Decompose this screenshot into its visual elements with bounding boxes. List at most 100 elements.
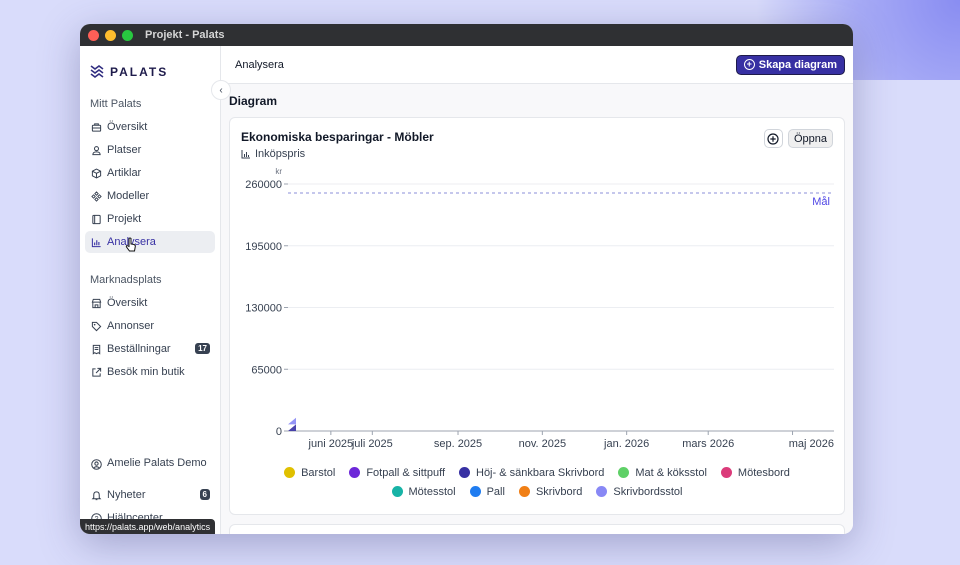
y-tick-label: 260000 [245,179,282,191]
series-area [288,417,296,425]
logo-text: PALATS [110,65,169,79]
sidebar-item-översikt[interactable]: Översikt [85,292,215,314]
legend-swatch [391,486,403,497]
x-tick-label: juni 2025 [308,438,354,450]
tag-icon [90,320,102,332]
legend-swatch [596,486,608,497]
bar-chart-icon [90,236,102,248]
sidebar-item-artiklar[interactable]: Artiklar [85,162,215,184]
legend-label: Skrivbord [535,485,583,498]
legend-label: Pall [486,485,505,498]
sidebar-item-label: Projekt [107,213,142,225]
legend-label: Barstol [301,466,336,479]
sidebar-item-label: Annonser [107,320,155,332]
legend-swatch [469,486,481,497]
sidebar-item-label: Nyheter [107,489,146,501]
next-chart-card [229,524,845,534]
legend-swatch [518,486,530,497]
x-tick-label: nov. 2025 [519,438,567,450]
y-tick-label: 130000 [245,303,282,315]
sidebar-item-besök-min-butik[interactable]: Besök min butik [85,361,215,383]
chevron-left-icon: ‹ [219,84,223,96]
legend-item[interactable]: Fotpall & sittpuff [349,466,445,479]
title-bar: Projekt - Palats [80,24,853,46]
legend-label: Mat & köksstol [635,466,707,479]
page-header: Analysera + Skapa diagram [221,46,853,84]
legend-label: Mötesbord [737,466,790,479]
x-tick-label: juli 2025 [351,438,393,450]
sidebar: PALATS Mitt Palats Översikt Platser Artikl… [80,46,221,534]
legend-item[interactable]: Mötesstol [391,485,456,498]
legend-label: Fotpall & sittpuff [366,466,445,479]
legend-label: Skrivbordsstol [613,485,683,498]
nav-mitt-palats: Översikt Platser Artiklar Modeller Projekt An… [80,116,220,253]
news-count-badge: 6 [199,489,210,500]
sidebar-item-label: Översikt [107,297,148,309]
sidebar-item-analysera[interactable]: Analysera [85,231,215,253]
legend-item[interactable]: Höj- & sänkbara Skrivbord [459,466,604,479]
sidebar-item-label: Beställningar [107,343,171,355]
legend-label: Höj- & sänkbara Skrivbord [476,466,605,479]
hand-cursor-icon [125,237,136,252]
window-title: Projekt - Palats [145,29,225,41]
components-icon [90,190,102,202]
legend-item[interactable]: Skrivbord [518,485,583,498]
legend-item[interactable]: Barstol [284,466,335,479]
app-window: Projekt - Palats PALATS Mitt Palats Över… [80,24,853,534]
sidebar-item-platser[interactable]: Platser [85,139,215,161]
x-tick-label: mars 2026 [682,438,734,450]
y-tick-label: 0 [276,426,282,438]
palats-logo-icon [90,65,104,78]
user-profile[interactable]: Amelie Palats Demo [85,453,215,483]
receipt-icon [90,343,102,355]
sidebar-item-label: Besök min butik [107,366,185,378]
store-icon [90,297,102,309]
minimize-window-button[interactable] [105,29,116,41]
plus-circle-icon: + [743,59,755,70]
y-tick-label: 65000 [251,364,282,376]
sidebar-item-label: Artiklar [107,167,142,179]
legend-swatch [349,467,361,478]
sidebar-item-översikt[interactable]: Översikt [85,116,215,138]
close-window-button[interactable] [88,29,99,41]
legend-swatch [459,467,470,478]
main-content: Analysera + Skapa diagram Diagram Ekonom… [221,46,853,534]
count-badge: 17 [195,343,210,354]
person-pin-icon [90,144,102,156]
create-chart-label: Skapa diagram [758,58,837,71]
external-link-icon [90,366,102,378]
bell-icon [90,489,102,501]
x-tick-label: sep. 2025 [434,438,482,450]
create-chart-button[interactable]: + Skapa diagram [735,54,845,75]
sidebar-item-label: Modeller [107,190,150,202]
status-bar-url: https://palats.app/web/analytics [80,519,216,534]
page-title: Diagram [229,94,278,108]
series-area [288,424,296,431]
chart-card: Ekonomiska besparingar - Möbler Inköpspr… [229,117,845,515]
collapse-sidebar-button[interactable]: ‹ [211,80,231,100]
sidebar-item-modeller[interactable]: Modeller [85,185,215,207]
legend-swatch [284,467,296,478]
legend-swatch [720,467,732,478]
legend-item[interactable]: Skrivbordsstol [596,485,682,498]
sidebar-item-nyheter[interactable]: Nyheter 6 [85,484,215,506]
legend-item[interactable]: Mötesbord [720,466,790,479]
maximize-window-button[interactable] [122,29,133,41]
sidebar-item-annonser[interactable]: Annonser [85,315,215,337]
legend-item[interactable]: Mat & köksstol [618,466,707,479]
legend-item[interactable]: Pall [469,485,505,498]
chart-plot: kr 260000 195000 130000 65000 0 juni 2025juli … [245,167,834,450]
nav-marknadsplats: Översikt Annonser Beställningar 17 Besök min… [80,292,220,383]
sidebar-item-label: Översikt [107,121,148,133]
sidebar-item-beställningar[interactable]: Beställningar 17 [85,338,215,360]
legend-label: Mötesstol [408,485,456,498]
chart-legend: Barstol Fotpall & sittpuff Höj- & sänkbara… [230,466,844,504]
header-title: Analysera [235,58,284,71]
book-icon [90,213,102,225]
briefcase-icon [90,121,102,133]
sidebar-item-projekt[interactable]: Projekt [85,208,215,230]
user-icon [90,458,102,470]
section-title-mitt-palats: Mitt Palats [90,98,142,110]
logo[interactable]: PALATS [80,46,220,84]
y-tick-label: 195000 [245,241,282,253]
